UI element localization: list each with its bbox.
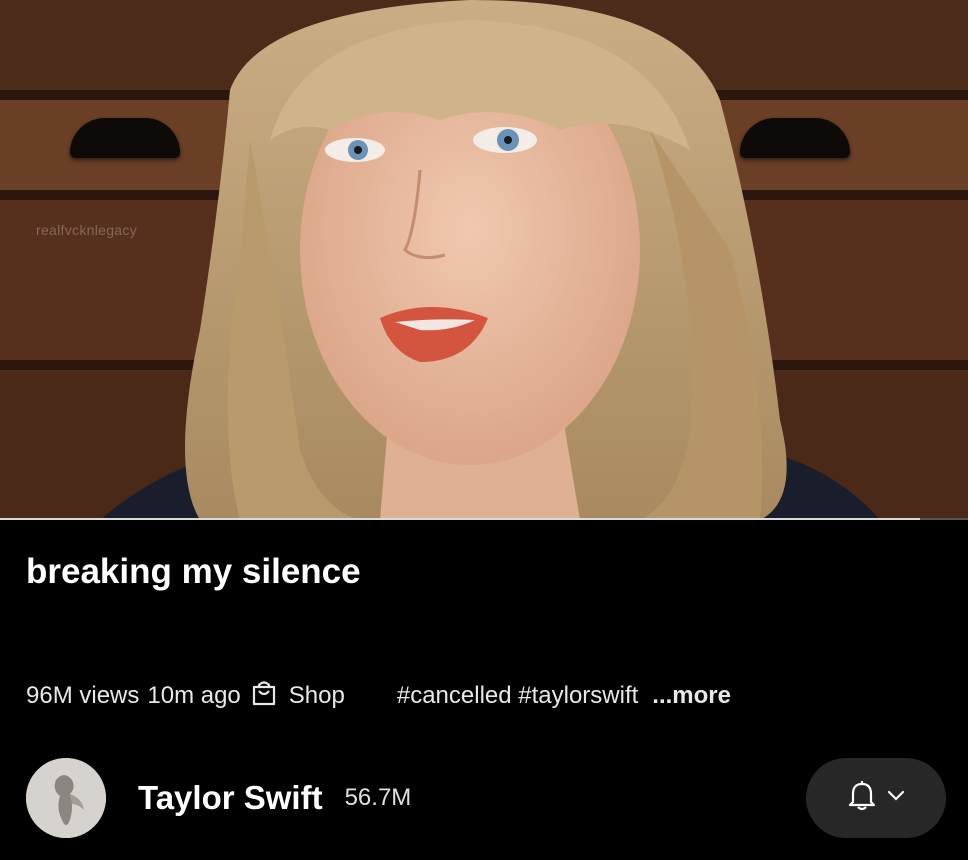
- shop-link[interactable]: Shop: [289, 682, 345, 710]
- video-player[interactable]: realfvcknlegacy: [0, 0, 968, 520]
- view-count: 96M views: [26, 682, 140, 709]
- upload-time: 10m ago: [147, 682, 241, 709]
- progress-fill: [0, 518, 920, 520]
- video-title: breaking my silence: [26, 552, 361, 591]
- video-frame-person: [100, 0, 880, 520]
- more-link[interactable]: ...more: [652, 682, 731, 710]
- shopping-bag-icon[interactable]: [249, 678, 279, 715]
- hashtags[interactable]: #cancelled #taylorswift: [397, 682, 638, 710]
- channel-row[interactable]: Taylor Swift 56.7M: [26, 758, 411, 838]
- progress-bar[interactable]: [0, 518, 968, 520]
- chevron-down-icon: [887, 789, 905, 807]
- subscription-bell-button[interactable]: [806, 758, 946, 838]
- avatar[interactable]: [26, 758, 106, 838]
- video-meta-row: 96M views 10m ago Shop #cancelled #taylo…: [26, 679, 731, 713]
- channel-name[interactable]: Taylor Swift: [138, 779, 323, 817]
- subscriber-count: 56.7M: [344, 784, 412, 811]
- bell-icon: [847, 780, 877, 817]
